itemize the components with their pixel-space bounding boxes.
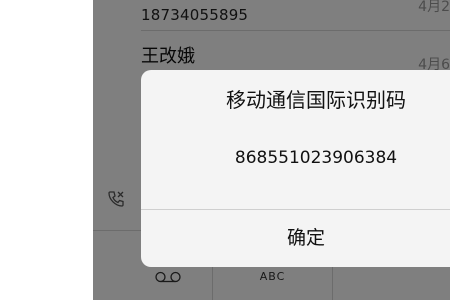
confirm-button[interactable]: 确定: [141, 210, 450, 267]
imei-dialog: 移动通信国际识别码 868551023906384 确定: [141, 70, 450, 267]
dialog-title: 移动通信国际识别码: [226, 88, 406, 112]
imei-number: 868551023906384: [234, 148, 398, 168]
